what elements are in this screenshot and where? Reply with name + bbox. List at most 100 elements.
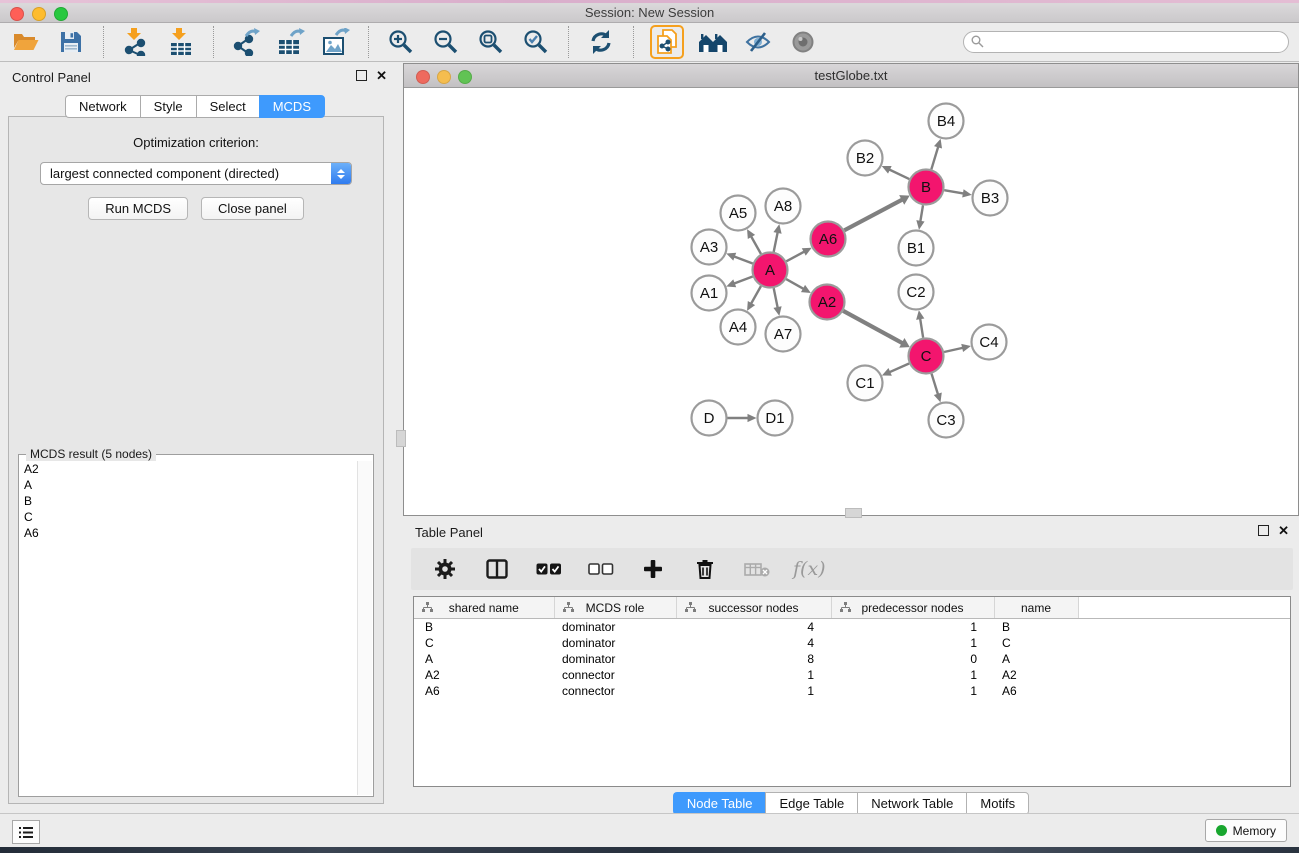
table-cell[interactable]	[1078, 683, 1290, 699]
tab-motifs[interactable]: Motifs	[966, 792, 1029, 815]
graph-edge-A-A5[interactable]	[751, 236, 761, 254]
show-panel-button[interactable]	[787, 26, 819, 58]
graph-edge-A-A7[interactable]	[774, 288, 778, 308]
column-header-mcds-role[interactable]: MCDS role	[554, 597, 676, 619]
table-cell[interactable]: C	[414, 635, 554, 651]
import-table-button[interactable]	[165, 26, 197, 58]
tab-network[interactable]: Network	[65, 95, 140, 118]
criterion-dropdown[interactable]: largest connected component (directed)	[40, 162, 352, 185]
table-cell[interactable]: C	[994, 635, 1078, 651]
graph-edge-B-B1[interactable]	[920, 205, 923, 222]
home-network-button[interactable]	[697, 26, 729, 58]
hide-panel-button[interactable]	[742, 26, 774, 58]
memory-button[interactable]: Memory	[1205, 819, 1287, 842]
table-cell[interactable]: 1	[831, 635, 994, 651]
tab-select[interactable]: Select	[196, 95, 259, 118]
table-cell[interactable]	[1078, 667, 1290, 683]
table-cell[interactable]	[1078, 635, 1290, 651]
zoom-out-button[interactable]	[430, 26, 462, 58]
table-cell[interactable]: 0	[831, 651, 994, 667]
table-cell[interactable]: 1	[676, 683, 831, 699]
run-mcds-button[interactable]: Run MCDS	[88, 197, 188, 220]
table-cell[interactable]: dominator	[554, 651, 676, 667]
table-cell[interactable]: 1	[831, 667, 994, 683]
graph-edge-B-B3[interactable]	[944, 190, 964, 193]
mcds-result-item[interactable]: B	[24, 493, 357, 509]
table-cell[interactable]: A	[994, 651, 1078, 667]
table-cell[interactable]: 1	[831, 619, 994, 636]
float-table-panel-icon[interactable]	[1258, 525, 1269, 536]
table-cell[interactable]: dominator	[554, 619, 676, 636]
delete-column-button[interactable]	[689, 553, 721, 585]
zoom-selected-button[interactable]	[520, 26, 552, 58]
zoom-in-button[interactable]	[385, 26, 417, 58]
mcds-result-item[interactable]: A6	[24, 525, 357, 541]
export-image-button[interactable]	[320, 26, 352, 58]
graph-edge-A-A3[interactable]	[734, 256, 753, 263]
copy-network-style-button[interactable]	[650, 25, 684, 59]
table-cell[interactable]: A6	[414, 683, 554, 699]
refresh-button[interactable]	[585, 26, 617, 58]
import-network-button[interactable]	[120, 26, 152, 58]
table-cell[interactable]: 8	[676, 651, 831, 667]
table-row[interactable]: Bdominator41B	[414, 619, 1290, 636]
table-cell[interactable]: A6	[994, 683, 1078, 699]
task-history-button[interactable]	[12, 820, 40, 844]
zoom-fit-button[interactable]	[475, 26, 507, 58]
create-column-button[interactable]	[637, 553, 669, 585]
graph-edge-A-A1[interactable]	[734, 277, 753, 284]
delete-table-button-disabled[interactable]	[741, 553, 773, 585]
graph-edge-A-A4[interactable]	[751, 286, 761, 304]
tab-node-table[interactable]: Node Table	[673, 792, 766, 815]
deselect-all-columns-button[interactable]	[585, 553, 617, 585]
select-all-columns-button[interactable]	[533, 553, 565, 585]
network-canvas[interactable]: B4B2BB3B1A5A8A6A3AA1C2A2A4A7C4CC1C3DD1	[404, 88, 1298, 514]
table-cell[interactable]: connector	[554, 667, 676, 683]
table-cell[interactable]: connector	[554, 683, 676, 699]
table-cell[interactable]: 1	[831, 683, 994, 699]
column-header-successor-nodes[interactable]: successor nodes	[676, 597, 831, 619]
table-cell[interactable]: dominator	[554, 635, 676, 651]
export-table-button[interactable]	[275, 26, 307, 58]
graph-edge-C-C2[interactable]	[920, 318, 923, 338]
mcds-result-item[interactable]: C	[24, 509, 357, 525]
table-cell[interactable]: A2	[414, 667, 554, 683]
graph-edge-C-C4[interactable]	[944, 348, 963, 352]
graph-edge-A2-C[interactable]	[843, 311, 902, 343]
mcds-result-item[interactable]: A2	[24, 461, 357, 477]
graph-edge-A-A2[interactable]	[786, 279, 804, 289]
save-session-button[interactable]	[55, 26, 87, 58]
table-row[interactable]: Cdominator41C	[414, 635, 1290, 651]
tab-style[interactable]: Style	[140, 95, 196, 118]
table-cell[interactable]: A2	[994, 667, 1078, 683]
show-columns-button[interactable]	[481, 553, 513, 585]
graph-edge-B-B4[interactable]	[931, 146, 938, 169]
tab-edge-table[interactable]: Edge Table	[765, 792, 857, 815]
table-cell[interactable]: A	[414, 651, 554, 667]
table-cell[interactable]: 1	[676, 667, 831, 683]
table-settings-button[interactable]	[429, 553, 461, 585]
mcds-result-scrollbar[interactable]	[357, 461, 372, 795]
close-panel-icon[interactable]: ✕	[376, 70, 387, 81]
column-header-shared-name[interactable]: shared name	[414, 597, 554, 619]
table-cell[interactable]: 4	[676, 635, 831, 651]
tab-network-table[interactable]: Network Table	[857, 792, 966, 815]
table-cell[interactable]	[1078, 651, 1290, 667]
table-cell[interactable]	[1078, 619, 1290, 636]
search-input[interactable]	[963, 31, 1289, 53]
close-table-panel-icon[interactable]: ✕	[1278, 525, 1289, 536]
graph-edge-C-C1[interactable]	[889, 363, 909, 372]
table-cell[interactable]: B	[414, 619, 554, 636]
table-row[interactable]: A6connector11A6	[414, 683, 1290, 699]
column-header-predecessor-nodes[interactable]: predecessor nodes	[831, 597, 994, 619]
graph-edge-A-A6[interactable]	[786, 251, 804, 261]
tab-mcds[interactable]: MCDS	[259, 95, 325, 118]
graph-edge-A6-B[interactable]	[844, 199, 902, 230]
table-cell[interactable]: 4	[676, 619, 831, 636]
graph-edge-B-B2[interactable]	[889, 169, 909, 179]
mcds-result-item[interactable]: A	[24, 477, 357, 493]
splitpane-grip-vertical[interactable]	[396, 430, 406, 447]
splitpane-grip-horizontal[interactable]	[845, 508, 862, 518]
column-header-name[interactable]: name	[994, 597, 1078, 619]
graph-edge-A-A8[interactable]	[774, 232, 778, 252]
